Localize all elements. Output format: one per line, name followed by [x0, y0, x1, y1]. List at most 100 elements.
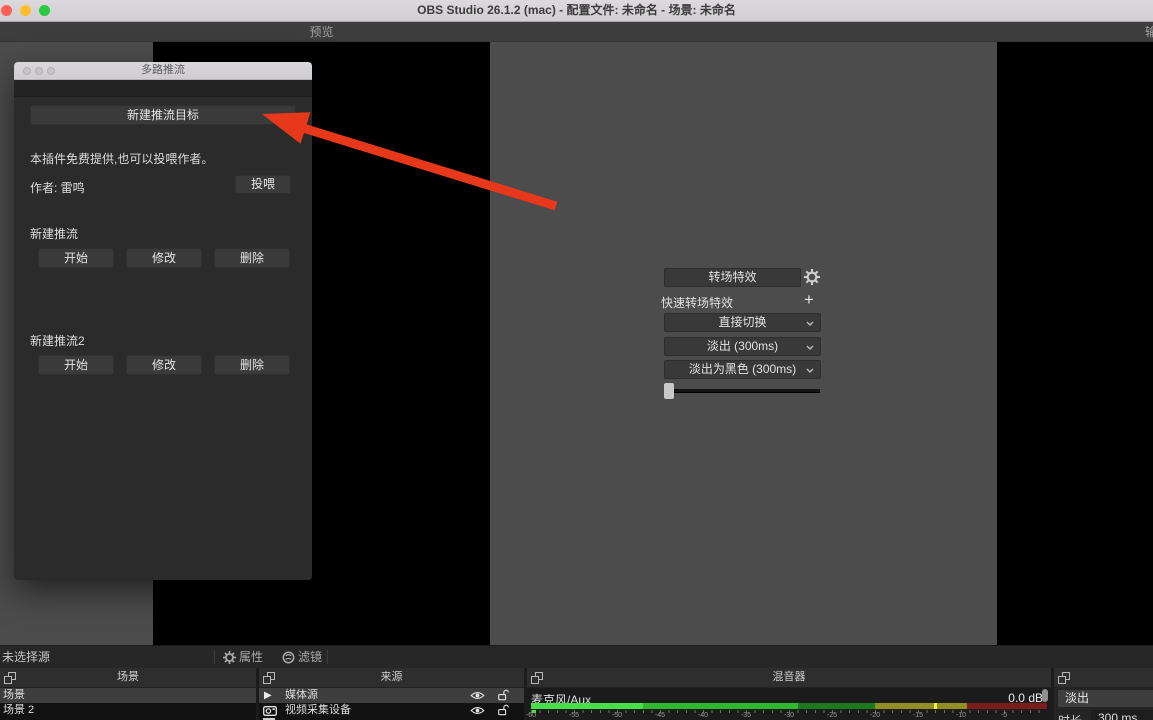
meter-tick-label: -20	[870, 712, 880, 719]
dock-float-icon[interactable]	[1058, 672, 1070, 684]
gear-icon[interactable]	[804, 269, 820, 285]
quick-transition-select-1[interactable]: 直接切换	[664, 313, 821, 332]
meter-tick-label: -40	[698, 712, 708, 719]
stream1-delete-button[interactable]: 删除	[214, 248, 290, 268]
new-stream-target-button[interactable]: 新建推流目标	[30, 105, 296, 125]
dialog-title: 多路推流	[14, 62, 312, 79]
meter-segment	[531, 703, 643, 709]
status-message: 未选择源	[2, 646, 50, 668]
volume-meter	[531, 703, 1047, 709]
mixer-scrollbar[interactable]	[1042, 689, 1048, 702]
titlebar: OBS Studio 26.1.2 (mac) - 配置文件: 未命名 - 场景…	[0, 0, 1153, 22]
meter-tick-label: -10	[956, 712, 966, 719]
scene-list-item[interactable]: 场景 2	[0, 703, 256, 718]
source-list-item[interactable]: ▶ 媒体源	[259, 688, 524, 703]
meter-tick-label: -55	[569, 712, 579, 719]
mixer-panel-header[interactable]: 混音器	[527, 668, 1051, 688]
meter-tick-label: -5	[1001, 712, 1007, 719]
lock-open-icon[interactable]	[497, 689, 509, 701]
dialog-body: 新建推流目标 本插件免费提供,也可以投喂作者。 作者: 雷鸣 投喂 新建推流 开…	[14, 97, 312, 580]
mixer-panel: 混音器 麦克风/Aux 0.0 dB -60-55-50-45-40-35-30…	[527, 668, 1051, 720]
quick-transitions-label: 快速转场特效	[661, 294, 733, 311]
meter-tick-label: -50	[612, 712, 622, 719]
visibility-eye-icon[interactable]	[470, 691, 485, 700]
quick-transition-value: 淡出 (300ms)	[707, 339, 778, 353]
minimize-button[interactable]	[20, 5, 31, 16]
chevron-down-icon	[806, 345, 814, 350]
stream1-name: 新建推流	[30, 225, 78, 242]
lock-open-icon[interactable]	[497, 704, 509, 716]
program-canvas[interactable]	[997, 42, 1153, 645]
scenes-panel-header[interactable]: 场景	[0, 668, 256, 688]
dialog-titlebar[interactable]: 多路推流	[14, 62, 312, 80]
sources-panel: 来源 ▶ 媒体源 视频采集设备	[259, 668, 524, 720]
chevron-down-icon	[806, 321, 814, 326]
sources-panel-header[interactable]: 来源	[259, 668, 524, 688]
source-label: 视频采集设备	[285, 703, 351, 718]
dialog-band	[14, 80, 312, 97]
plugin-info-text: 本插件免费提供,也可以投喂作者。	[30, 150, 213, 167]
dialog-zoom-button[interactable]	[47, 67, 55, 75]
properties-gear-icon[interactable]	[223, 651, 236, 664]
meter-segment	[643, 703, 798, 709]
quick-transition-value: 直接切换	[718, 315, 766, 329]
scenes-panel: 场景 场景 场景 2	[0, 668, 256, 720]
stream2-modify-button[interactable]: 修改	[126, 355, 202, 375]
dock-float-icon[interactable]	[263, 672, 275, 684]
scene-list-item[interactable]: 场景	[0, 688, 256, 703]
mixer-panel-title: 混音器	[527, 668, 1051, 687]
transition-bar-track[interactable]	[666, 389, 820, 393]
meter-tick-label: -15	[913, 712, 923, 719]
close-button[interactable]	[1, 5, 12, 16]
toolbar-separator	[327, 650, 328, 664]
source-label: 媒体源	[285, 688, 318, 703]
donate-button[interactable]: 投喂	[235, 175, 291, 194]
meter-tick-label: -35	[741, 712, 751, 719]
visibility-eye-icon[interactable]	[470, 706, 485, 715]
quick-transition-select-2[interactable]: 淡出 (300ms)	[664, 337, 821, 356]
quick-transition-select-3[interactable]: 淡出为黑色 (300ms)	[664, 360, 821, 379]
meter-segment	[798, 703, 875, 709]
dialog-minimize-button[interactable]	[35, 67, 43, 75]
obs-main-window: OBS Studio 26.1.2 (mac) - 配置文件: 未命名 - 场景…	[0, 0, 1153, 720]
video-capture-icon	[263, 705, 277, 716]
stream1-start-button[interactable]: 开始	[38, 248, 114, 268]
transition-props-header[interactable]	[1054, 668, 1153, 688]
meter-tick-label: -30	[784, 712, 794, 719]
dialog-close-button[interactable]	[23, 67, 31, 75]
author-label: 作者: 雷鸣	[30, 179, 85, 196]
view-label-strip: 预览 输	[0, 22, 1153, 42]
scenes-panel-title: 场景	[0, 668, 256, 687]
duration-label: 时长	[1058, 712, 1082, 720]
preview-label: 预览	[153, 22, 490, 42]
meter-segment	[967, 703, 1047, 709]
transition-props-panel: 淡出 时长 300 ms	[1054, 668, 1153, 720]
filters-icon[interactable]	[282, 651, 295, 664]
media-source-icon: ▶	[264, 688, 272, 703]
meter-peak-marker	[934, 703, 937, 709]
multistream-dialog: 多路推流 新建推流目标 本插件免费提供,也可以投喂作者。 作者: 雷鸣 投喂 新…	[14, 62, 312, 580]
filters-button[interactable]: 滤镜	[298, 646, 322, 668]
stream1-modify-button[interactable]: 修改	[126, 248, 202, 268]
window-title: OBS Studio 26.1.2 (mac) - 配置文件: 未命名 - 场景…	[0, 0, 1153, 21]
sources-panel-title: 来源	[259, 668, 524, 687]
properties-button[interactable]: 属性	[239, 646, 263, 668]
add-quick-transition-icon[interactable]: +	[804, 290, 814, 310]
duration-input[interactable]: 300 ms	[1091, 710, 1153, 720]
meter-tick-labels: -60-55-50-45-40-35-30-25-20-15-10-5	[531, 712, 1047, 720]
meter-tick-label: -45	[655, 712, 665, 719]
stream2-delete-button[interactable]: 删除	[214, 355, 290, 375]
stream2-start-button[interactable]: 开始	[38, 355, 114, 375]
dock-float-icon[interactable]	[4, 672, 16, 684]
transition-bar-handle[interactable]	[664, 383, 674, 399]
zoom-button[interactable]	[39, 5, 50, 16]
source-list-item[interactable]: 视频采集设备	[259, 703, 524, 718]
quick-transition-value: 淡出为黑色 (300ms)	[689, 362, 796, 376]
transition-list-item[interactable]: 淡出	[1058, 690, 1153, 707]
meter-tick-label: -25	[827, 712, 837, 719]
chevron-down-icon	[806, 368, 814, 373]
meter-tick-label: -60	[526, 712, 536, 719]
dock-float-icon[interactable]	[531, 672, 543, 684]
transitions-panel-button[interactable]: 转场特效	[664, 268, 801, 287]
meter-segment	[875, 703, 967, 709]
